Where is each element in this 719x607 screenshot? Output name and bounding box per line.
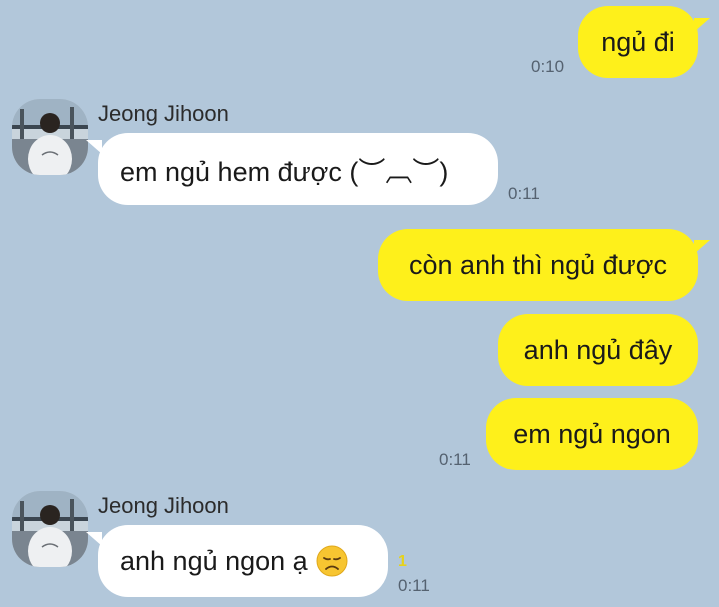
message-time: 0:11: [398, 576, 430, 595]
avatar[interactable]: [12, 99, 88, 175]
message-time: 0:10: [531, 57, 565, 76]
disappointed-face-icon: [316, 545, 348, 577]
message-bubble-outgoing[interactable]: anh ngủ đây: [498, 314, 698, 386]
unread-count-badge: 1: [398, 553, 407, 570]
profile-photo: [12, 99, 88, 175]
message-text: em ngủ ngon: [513, 418, 671, 449]
message-bubble-outgoing[interactable]: em ngủ ngon: [486, 398, 698, 470]
bubble-tail: [86, 140, 102, 154]
bubble-tail: [694, 18, 710, 32]
sender-name: Jeong Jihoon: [98, 493, 229, 518]
message-bubble-outgoing[interactable]: còn anh thì ngủ được: [378, 229, 698, 301]
message-bubble-outgoing[interactable]: ngủ đi: [578, 6, 698, 78]
bubble-tail: [694, 240, 710, 254]
message-time: 0:11: [508, 184, 540, 203]
message-text: còn anh thì ngủ được: [409, 249, 667, 280]
bubble-tail: [86, 532, 102, 546]
message-text: anh ngủ ngon ạ: [120, 545, 308, 576]
message-bubble-incoming[interactable]: em ngủ hem được (︶︹︶): [98, 133, 498, 205]
message-text: anh ngủ đây: [523, 334, 673, 365]
message-time: 0:11: [439, 450, 471, 469]
sender-name: Jeong Jihoon: [98, 101, 229, 126]
avatar[interactable]: [12, 491, 88, 567]
profile-photo: [12, 491, 88, 567]
message-text: ngủ đi: [601, 26, 675, 57]
message-bubble-incoming[interactable]: anh ngủ ngon ạ: [98, 525, 388, 597]
message-text: em ngủ hem được (︶︹︶): [120, 156, 449, 187]
